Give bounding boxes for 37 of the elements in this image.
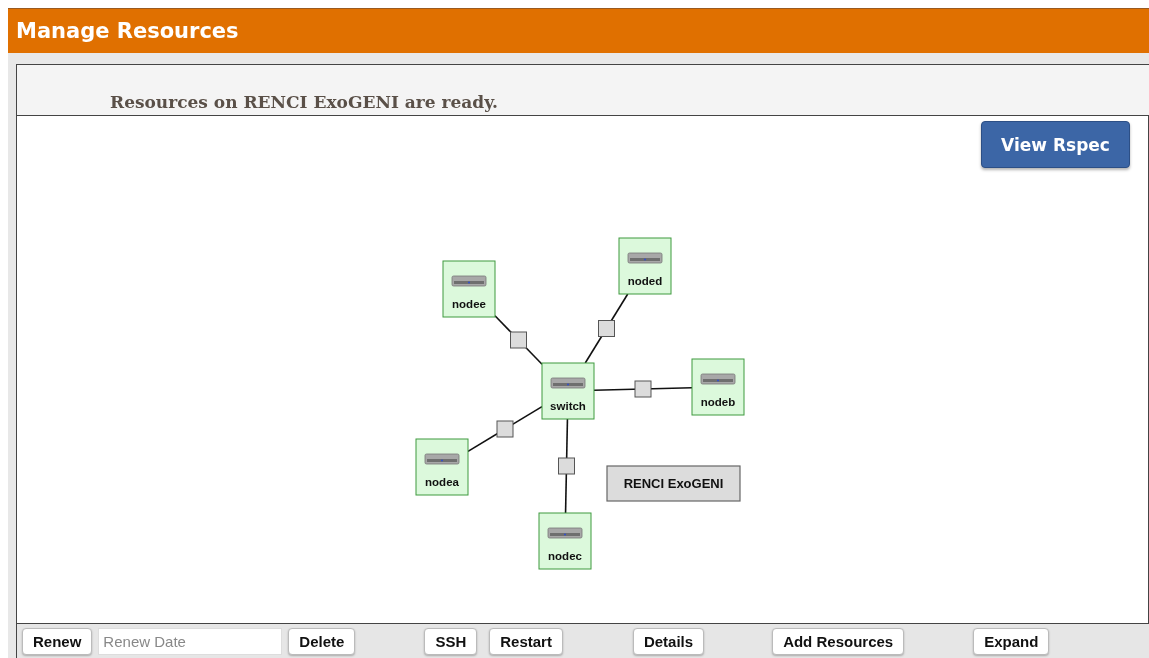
- node-label: nodeb: [700, 396, 736, 408]
- toolbar-button[interactable]: Details: [632, 628, 705, 655]
- interface-square[interactable]: [496, 420, 514, 438]
- node-label: nodea: [425, 476, 459, 488]
- node-label: noded: [627, 275, 663, 287]
- server-icon: [550, 377, 586, 389]
- interface-square[interactable]: [558, 457, 575, 475]
- view-rspec-button[interactable]: View Rspec: [981, 121, 1130, 168]
- interface-square[interactable]: [598, 320, 615, 337]
- node-box[interactable]: nodec: [538, 512, 592, 570]
- page-title: Manage Resources: [16, 19, 239, 43]
- renew-date-field[interactable]: Renew Date: [98, 628, 283, 655]
- node-label: switch: [550, 400, 586, 412]
- server-icon: [547, 527, 583, 539]
- node-box[interactable]: nodee: [442, 260, 496, 318]
- node-label: nodee: [452, 298, 486, 310]
- interface-square[interactable]: [510, 331, 527, 349]
- server-icon: [451, 275, 487, 287]
- server-icon: [700, 373, 736, 385]
- link-line: [584, 293, 629, 364]
- status-message: Resources on RENCI ExoGENI are ready.: [110, 92, 498, 112]
- node-box[interactable]: noded: [618, 237, 672, 295]
- toolbar-button[interactable]: Expand: [973, 628, 1050, 655]
- server-icon: [424, 453, 460, 465]
- node-box[interactable]: switch: [541, 362, 595, 420]
- server-icon: [627, 252, 663, 264]
- site-label: RENCI ExoGENI: [623, 476, 724, 491]
- toolbar-button[interactable]: Renew: [22, 628, 93, 655]
- toolbar-button[interactable]: Restart: [489, 628, 563, 655]
- toolbar-button[interactable]: Add Resources: [772, 628, 905, 655]
- toolbar-button[interactable]: Delete: [288, 628, 356, 655]
- toolbar-button[interactable]: SSH: [424, 628, 478, 655]
- node-box[interactable]: nodeb: [691, 358, 745, 416]
- node-label: nodec: [548, 550, 582, 562]
- interface-square[interactable]: [634, 380, 652, 398]
- node-box[interactable]: nodea: [415, 438, 469, 496]
- link-line: [494, 315, 543, 365]
